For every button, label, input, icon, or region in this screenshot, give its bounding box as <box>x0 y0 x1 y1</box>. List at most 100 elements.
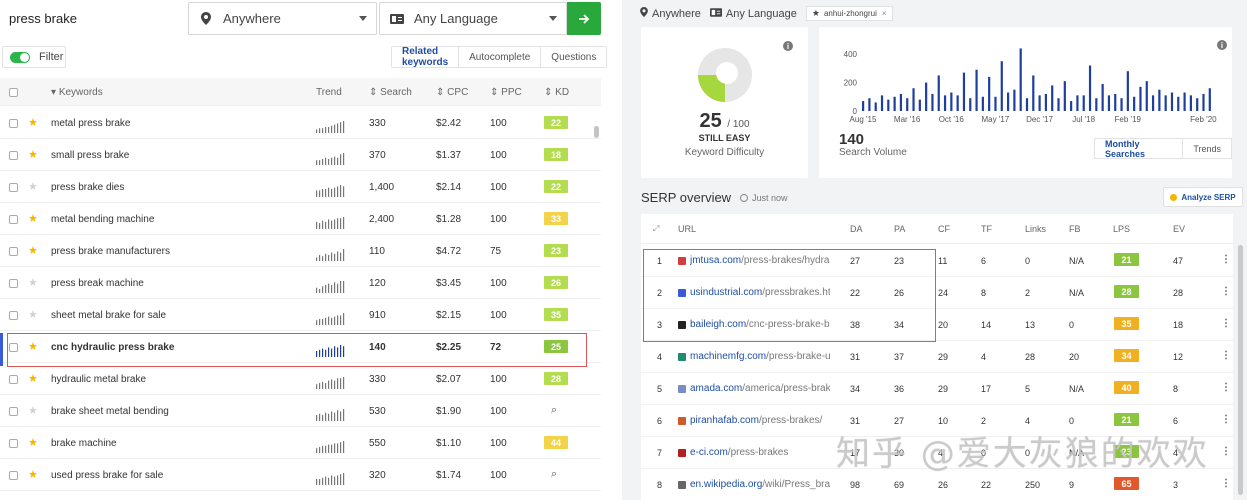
search-volume: 330 <box>369 118 386 129</box>
table-row[interactable]: ★ cnc hydraulic press brake 140 $2.25 72 25 <box>0 331 601 363</box>
star-icon[interactable]: ★ <box>28 372 38 385</box>
more-options-icon[interactable]: ⋮ <box>1221 350 1231 361</box>
result-url[interactable]: e-ci.com/press-brakes <box>690 447 830 458</box>
header-keywords[interactable]: ▾ Keywords <box>51 87 103 98</box>
result-url[interactable]: en.wikipedia.org/wiki/Press_bra... <box>690 479 830 490</box>
search-input[interactable]: press brake <box>0 2 186 36</box>
keyword-text[interactable]: brake sheet metal bending <box>51 406 169 417</box>
header-kd[interactable]: ⇕ KD <box>544 87 569 98</box>
header-cpc[interactable]: ⇕ CPC <box>436 87 468 98</box>
language-select[interactable]: Any Language <box>379 2 567 35</box>
row-checkbox[interactable] <box>9 247 18 256</box>
keyword-text[interactable]: small press brake <box>51 150 129 161</box>
tab-monthly-searches[interactable]: Monthly Searches <box>1095 139 1184 159</box>
table-row[interactable]: ★ hydraulic metal brake 330 $2.07 100 28 <box>0 363 601 395</box>
star-icon[interactable]: ★ <box>28 468 38 481</box>
row-checkbox[interactable] <box>9 311 18 320</box>
table-row[interactable]: ★ metal bending machine 2,400 $1.28 100 33 <box>0 203 601 235</box>
info-icon[interactable]: i <box>783 41 793 51</box>
tab-questions[interactable]: Questions <box>541 47 606 67</box>
table-row[interactable]: ★ press break machine 120 $3.45 100 26 <box>0 267 601 299</box>
star-icon[interactable]: ★ <box>28 404 38 417</box>
star-icon[interactable]: ★ <box>28 340 38 353</box>
result-url[interactable]: machinemfg.com/press-brake-ul... <box>690 351 830 362</box>
search-go-button[interactable] <box>567 2 601 35</box>
header-ppc[interactable]: ⇕ PPC <box>490 87 522 98</box>
more-options-icon[interactable]: ⋮ <box>1221 286 1231 297</box>
star-icon[interactable]: ★ <box>28 148 38 161</box>
keyword-text[interactable]: press brake manufacturers <box>51 246 170 257</box>
scrollbar[interactable] <box>594 126 599 138</box>
more-options-icon[interactable]: ⋮ <box>1221 414 1231 425</box>
star-icon[interactable]: ★ <box>28 180 38 193</box>
table-row[interactable]: ★ brake sheet metal bending 530 $1.90 100 ⌕ <box>0 395 601 427</box>
url-domain[interactable]: e-ci.com <box>690 447 728 458</box>
row-checkbox[interactable] <box>9 183 18 192</box>
more-options-icon[interactable]: ⋮ <box>1221 446 1231 457</box>
tab-autocomplete[interactable]: Autocomplete <box>459 47 542 67</box>
keyword-text[interactable]: press break machine <box>51 278 144 289</box>
row-checkbox[interactable] <box>9 119 18 128</box>
star-icon[interactable]: ★ <box>28 212 38 225</box>
serp-row[interactable]: 4 machinemfg.com/press-brake-ul... 31 37 29 4… <box>641 341 1233 373</box>
trend-bar <box>328 347 330 357</box>
table-row[interactable]: ★ sheet metal brake for sale 910 $2.15 100 35 <box>0 299 601 331</box>
table-row[interactable]: ★ brake machine 550 $1.10 100 44 <box>0 427 601 459</box>
filter-language[interactable]: Any Language <box>709 8 797 20</box>
more-options-icon[interactable]: ⋮ <box>1221 382 1231 393</box>
table-row[interactable]: ★ used press brake for sale 320 $1.74 100 ⌕ <box>0 459 601 491</box>
search-icon[interactable]: ⌕ <box>551 468 557 481</box>
result-url[interactable]: piranhafab.com/press-brakes/ <box>690 415 830 426</box>
filter-toggle[interactable]: Filter <box>2 46 66 68</box>
tab-related-keywords[interactable]: Related keywords <box>392 46 460 68</box>
url-domain[interactable]: piranhafab.com <box>690 415 759 426</box>
star-icon[interactable]: ★ <box>28 244 38 257</box>
keyword-text[interactable]: metal press brake <box>51 118 130 129</box>
star-icon[interactable]: ★ <box>28 436 38 449</box>
keyword-text[interactable]: brake machine <box>51 438 117 449</box>
star-icon[interactable]: ★ <box>28 116 38 129</box>
volume-bar <box>1164 95 1167 111</box>
more-options-icon[interactable]: ⋮ <box>1221 254 1231 265</box>
url-domain[interactable]: en.wikipedia.org <box>690 479 762 490</box>
row-checkbox[interactable] <box>9 279 18 288</box>
row-checkbox[interactable] <box>9 407 18 416</box>
table-row[interactable]: ★ metal press brake 330 $2.42 100 22 <box>0 107 601 139</box>
url-domain[interactable]: amada.com <box>690 383 742 394</box>
filter-location[interactable]: Anywhere <box>640 7 701 20</box>
star-icon[interactable]: ★ <box>28 308 38 321</box>
star-icon[interactable]: ★ <box>28 276 38 289</box>
location-select[interactable]: Anywhere <box>188 2 377 35</box>
keyword-text[interactable]: press brake dies <box>51 182 124 193</box>
row-checkbox[interactable] <box>9 343 18 352</box>
analyze-serp-button[interactable]: Analyze SERP <box>1163 187 1243 207</box>
header-search[interactable]: ⇕ Search <box>369 87 412 98</box>
result-url[interactable]: amada.com/america/press-brak... <box>690 383 830 394</box>
trend-bar <box>331 317 333 325</box>
keyword-text[interactable]: hydraulic metal brake <box>51 374 146 385</box>
keyword-text[interactable]: metal bending machine <box>51 214 154 225</box>
row-checkbox[interactable] <box>9 439 18 448</box>
expand-icon[interactable]: ⤢ <box>653 224 662 233</box>
row-checkbox[interactable] <box>9 471 18 480</box>
keyword-text[interactable]: sheet metal brake for sale <box>51 310 166 321</box>
table-row[interactable]: ★ press brake manufacturers 110 $4.72 75 23 <box>0 235 601 267</box>
row-checkbox[interactable] <box>9 375 18 384</box>
search-icon[interactable]: ⌕ <box>551 404 557 417</box>
table-row[interactable]: ★ small press brake 370 $1.37 100 18 <box>0 139 601 171</box>
tab-trends[interactable]: Trends <box>1183 139 1231 158</box>
selected-row-indicator <box>0 333 3 366</box>
select-all-checkbox[interactable] <box>9 88 18 97</box>
more-options-icon[interactable]: ⋮ <box>1221 318 1231 329</box>
keyword-text[interactable]: cnc hydraulic press brake <box>51 342 174 353</box>
row-checkbox[interactable] <box>9 215 18 224</box>
table-row[interactable]: ★ press brake dies 1,400 $2.14 100 22 <box>0 171 601 203</box>
row-checkbox[interactable] <box>9 151 18 160</box>
domain-chip[interactable]: ★ anhui-zhongrui × <box>805 6 893 21</box>
url-domain[interactable]: machinemfg.com <box>690 351 766 362</box>
serp-row[interactable]: 5 amada.com/america/press-brak... 34 36 29 17… <box>641 373 1233 405</box>
close-icon[interactable]: × <box>882 9 887 18</box>
keyword-text[interactable]: used press brake for sale <box>51 470 163 481</box>
scrollbar[interactable] <box>1238 245 1243 495</box>
more-options-icon[interactable]: ⋮ <box>1221 478 1231 489</box>
